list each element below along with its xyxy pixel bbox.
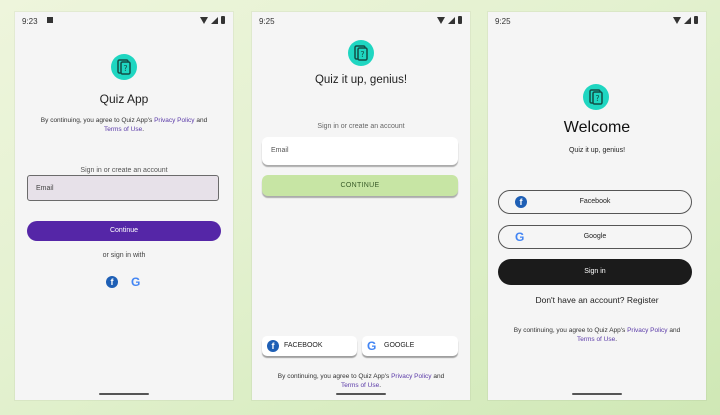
email-input[interactable]: Email — [27, 175, 219, 201]
signin-prompt: Sign in or create an account — [80, 167, 168, 174]
notification-icon — [47, 17, 53, 23]
facebook-icon: f — [267, 340, 279, 352]
screen-quiz-it-up: 9:25 ? Quiz it up, genius! Sign in or cr… — [252, 12, 470, 400]
signal-icon — [684, 16, 691, 24]
facebook-icon[interactable]: f — [106, 276, 118, 288]
google-button[interactable]: G GOOGLE — [362, 336, 458, 356]
register-link[interactable]: Don't have an account? Register — [488, 295, 706, 305]
privacy-policy-link[interactable]: Privacy Policy — [154, 117, 194, 124]
or-sign-in-with: or sign in with — [102, 252, 146, 259]
screen-quiz-app-email: 9:23 ? Quiz App By continuing, you agree… — [15, 12, 233, 400]
battery-icon — [221, 16, 225, 24]
app-logo-icon: ? — [111, 54, 137, 80]
facebook-button[interactable]: f Facebook — [498, 190, 692, 214]
legal-notice: By continuing, you agree to Quiz App's P… — [25, 116, 223, 134]
terms-of-use-link[interactable]: Terms of Use — [341, 382, 379, 389]
status-bar: 9:25 — [488, 12, 706, 30]
status-bar: 9:23 — [15, 12, 233, 30]
app-logo-icon: ? — [583, 84, 609, 110]
facebook-label: FACEBOOK — [284, 342, 323, 349]
google-icon[interactable]: G — [131, 276, 140, 288]
welcome-subtitle: Quiz it up, genius! — [568, 147, 626, 154]
google-button[interactable]: G Google — [498, 225, 692, 249]
google-label: GOOGLE — [384, 342, 415, 349]
legal-and: and — [667, 327, 681, 334]
legal-prefix: By continuing, you agree to Quiz App's — [277, 373, 392, 380]
welcome-title: Welcome — [563, 119, 631, 136]
screen-welcome: 9:25 ? Welcome Quiz it up, genius! f Fac… — [488, 12, 706, 400]
terms-of-use-link[interactable]: Terms of Use — [104, 126, 142, 133]
home-indicator — [99, 393, 149, 395]
google-icon: G — [515, 230, 525, 244]
status-time: 9:25 — [259, 17, 275, 26]
legal-period: . — [379, 382, 382, 389]
battery-icon — [458, 16, 462, 24]
screen-title: Quiz it up, genius! — [314, 74, 408, 86]
legal-notice: By continuing, you agree to Quiz App's P… — [498, 326, 696, 344]
facebook-label: Facebook — [579, 198, 611, 205]
legal-and: and — [194, 117, 208, 124]
wifi-icon — [673, 16, 681, 24]
legal-period: . — [142, 126, 145, 133]
app-title: Quiz App — [99, 92, 149, 106]
status-time: 9:25 — [495, 17, 511, 26]
legal-prefix: By continuing, you agree to Quiz App's — [513, 327, 628, 334]
sign-in-button[interactable]: Sign in — [498, 259, 692, 285]
signal-icon — [448, 16, 455, 24]
google-icon: G — [367, 339, 377, 353]
svg-text:?: ? — [360, 50, 364, 59]
continue-button[interactable]: CONTINUE — [262, 175, 458, 196]
status-time: 9:23 — [22, 17, 38, 26]
signin-prompt: Sign in or create an account — [317, 123, 405, 130]
home-indicator — [572, 393, 622, 395]
terms-of-use-link[interactable]: Terms of Use — [577, 336, 615, 343]
legal-notice: By continuing, you agree to Quiz App's P… — [262, 372, 460, 390]
continue-button[interactable]: Continue — [27, 221, 221, 241]
legal-prefix: By continuing, you agree to Quiz App's — [40, 117, 155, 124]
svg-text:?: ? — [123, 64, 127, 73]
google-label: Google — [583, 233, 607, 240]
privacy-policy-link[interactable]: Privacy Policy — [391, 373, 431, 380]
svg-text:?: ? — [595, 94, 599, 103]
email-input[interactable]: Email — [262, 137, 458, 165]
legal-and: and — [431, 373, 445, 380]
legal-period: . — [615, 336, 618, 343]
signal-icon — [211, 16, 218, 24]
facebook-icon: f — [515, 196, 527, 208]
battery-icon — [694, 16, 698, 24]
app-logo-icon: ? — [348, 40, 374, 66]
facebook-button[interactable]: f FACEBOOK — [262, 336, 357, 356]
wifi-icon — [437, 16, 445, 24]
privacy-policy-link[interactable]: Privacy Policy — [627, 327, 667, 334]
status-bar: 9:25 — [252, 12, 470, 30]
home-indicator — [336, 393, 386, 395]
wifi-icon — [200, 16, 208, 24]
